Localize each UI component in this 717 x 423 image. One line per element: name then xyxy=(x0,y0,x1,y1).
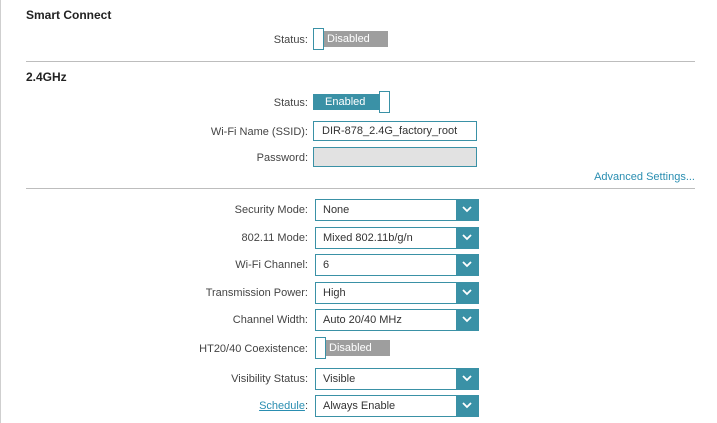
chevron-down-icon xyxy=(456,200,478,220)
chevron-down-icon xyxy=(456,255,478,275)
coexist-label: HT20/40 Coexistence: xyxy=(199,343,308,355)
divider xyxy=(26,61,695,62)
band-24-toggle[interactable]: Enabled xyxy=(313,91,390,113)
smart-connect-status-value: Disabled xyxy=(327,33,370,45)
schedule-label-row: Schedule: xyxy=(28,400,308,412)
chevron-down-icon xyxy=(456,310,478,330)
mode-80211-value: Mixed 802.11b/g/n xyxy=(323,232,413,244)
chevron-down-icon xyxy=(456,396,478,416)
schedule-value: Always Enable xyxy=(323,400,396,412)
schedule-colon: : xyxy=(304,400,308,412)
ssid-label: Wi-Fi Name (SSID): xyxy=(210,126,308,138)
visibility-value: Visible xyxy=(323,373,356,385)
band-24-title: 2.4GHz xyxy=(26,70,67,84)
smart-connect-status-label: Status: xyxy=(273,34,308,46)
mode-80211-select[interactable]: Mixed 802.11b/g/n xyxy=(315,227,479,249)
smart-connect-toggle-track: Disabled xyxy=(313,31,388,47)
coexist-value: Disabled xyxy=(329,342,372,354)
band-24-toggle-track: Enabled xyxy=(313,94,388,110)
smart-connect-title: Smart Connect xyxy=(26,8,112,22)
chevron-down-icon xyxy=(456,228,478,248)
coexist-toggle[interactable]: Disabled xyxy=(315,337,390,359)
channel-width-label: Channel Width: xyxy=(232,314,308,326)
mode-80211-label: 802.11 Mode: xyxy=(241,232,308,244)
chevron-down-icon xyxy=(456,283,478,303)
visibility-select[interactable]: Visible xyxy=(315,368,479,390)
frame-border xyxy=(0,0,1,423)
tx-power-value: High xyxy=(323,287,346,299)
security-mode-select[interactable]: None xyxy=(315,199,479,221)
security-mode-label: Security Mode: xyxy=(234,204,308,216)
advanced-settings-link[interactable]: Advanced Settings... xyxy=(594,171,695,183)
band-24-status-value: Enabled xyxy=(325,96,366,108)
toggle-knob xyxy=(315,337,326,359)
chevron-down-icon xyxy=(456,369,478,389)
schedule-link[interactable]: Schedule xyxy=(259,400,305,412)
channel-select[interactable]: 6 xyxy=(315,254,479,276)
schedule-select[interactable]: Always Enable xyxy=(315,395,479,417)
visibility-label: Visibility Status: xyxy=(231,373,308,385)
tx-power-label: Transmission Power: xyxy=(205,287,308,299)
toggle-knob xyxy=(313,28,324,50)
channel-value: 6 xyxy=(323,259,330,271)
channel-label: Wi-Fi Channel: xyxy=(235,259,308,271)
ssid-input[interactable] xyxy=(313,121,477,141)
smart-connect-toggle[interactable]: Disabled xyxy=(313,28,388,50)
channel-width-select[interactable]: Auto 20/40 MHz xyxy=(315,309,479,331)
tx-power-select[interactable]: High xyxy=(315,282,479,304)
band-24-status-label: Status: xyxy=(273,97,308,109)
channel-width-value: Auto 20/40 MHz xyxy=(323,314,402,326)
coexist-toggle-track: Disabled xyxy=(315,340,390,356)
password-input[interactable] xyxy=(313,147,477,167)
password-label: Password: xyxy=(256,152,308,164)
divider xyxy=(26,188,695,189)
security-mode-value: None xyxy=(323,204,350,216)
toggle-knob xyxy=(379,91,390,113)
